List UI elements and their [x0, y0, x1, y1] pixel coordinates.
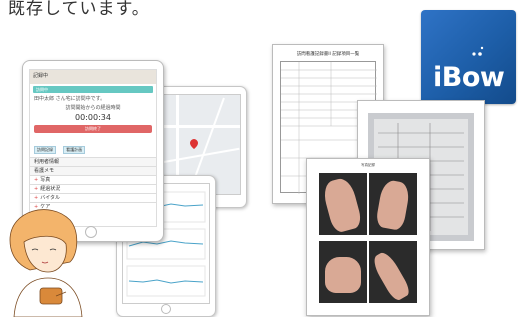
report-title: 訪問看護記録書II 記録項目一覧 — [296, 52, 360, 57]
chip-plan[interactable]: 看護計画 — [63, 146, 86, 154]
wound-photo-3[interactable] — [319, 241, 367, 303]
chip-group: 訪問記録 看護計画 — [34, 136, 152, 155]
wound-photo-4[interactable] — [369, 241, 417, 303]
photo-sheet-title: 写真記録 — [361, 163, 375, 167]
section-user-info[interactable]: 利用者情報 — [30, 157, 156, 166]
section-memo[interactable]: 看護メモ — [30, 166, 156, 175]
patient-line: 田中太郎 さん宅に訪問中です。 — [34, 96, 106, 102]
item-progress[interactable]: + 経過状況 — [30, 184, 156, 193]
screen-header: 記録中 — [30, 70, 156, 84]
end-visit-button[interactable]: 訪問終了 — [34, 125, 152, 133]
visit-timer: 00:00:34 — [75, 113, 111, 122]
sparkle-icon — [472, 46, 484, 56]
header-text: 既存しています。 — [8, 0, 150, 19]
map-pin-icon[interactable] — [190, 139, 198, 149]
nurse-illustration — [9, 209, 83, 317]
wound-photo-2[interactable] — [369, 173, 417, 235]
home-button[interactable] — [161, 304, 171, 314]
logo-text: iBow — [433, 62, 505, 93]
elapsed-label: 訪問開始からの経過時間 — [65, 105, 121, 111]
wound-photo-1[interactable] — [319, 173, 367, 235]
item-photo[interactable]: + 写真 — [30, 175, 156, 184]
ibow-logo: iBow — [421, 10, 516, 104]
chip-record[interactable]: 訪問記録 — [34, 146, 56, 154]
status-bar: 訪問中 — [33, 86, 153, 93]
photo-document: 写真記録 — [306, 158, 430, 316]
